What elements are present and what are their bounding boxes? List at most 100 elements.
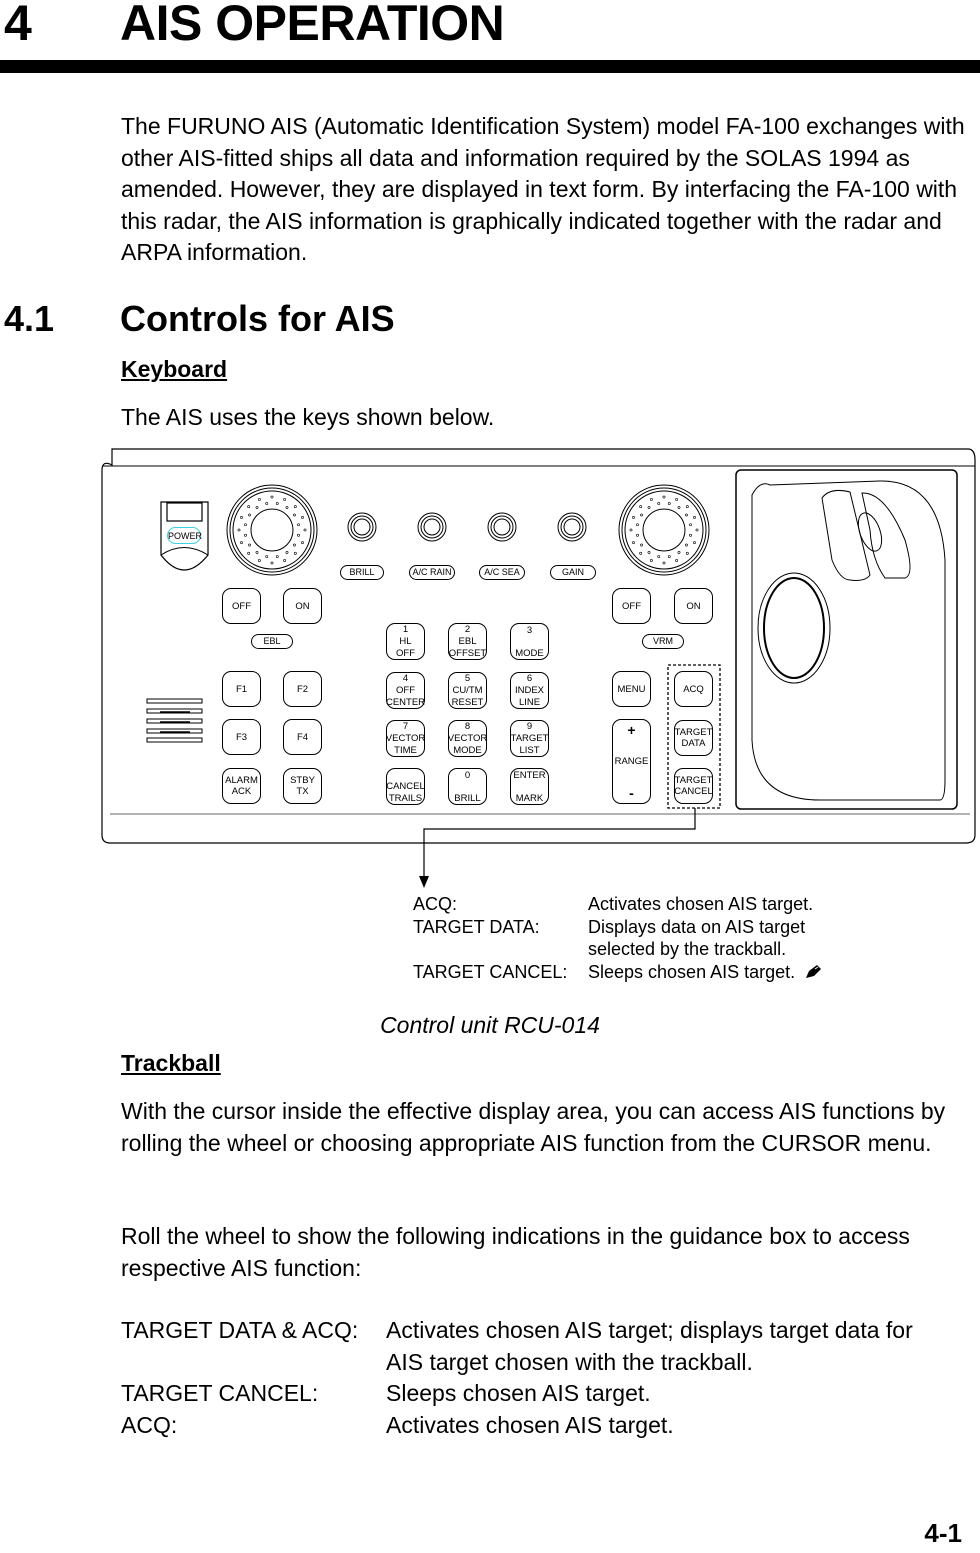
numpad-key-line: INDEX: [514, 684, 545, 696]
numpad-key-line: 5: [464, 673, 471, 685]
numpad-key[interactable]: 6 INDEX LINE: [510, 672, 549, 709]
range-key[interactable]: + RANGE -: [612, 719, 651, 804]
numpad-key-line: HL: [399, 635, 412, 647]
numpad-key-line: ENTER: [513, 769, 546, 781]
numpad-key-line: 4: [402, 673, 409, 685]
knob-dot: [689, 533, 692, 537]
knob-dot: [270, 495, 274, 499]
f4-key[interactable]: F4: [283, 719, 322, 755]
knob-dot: [255, 551, 259, 554]
knob-dot: [657, 555, 661, 558]
stby-tx-key[interactable]: STBY TX: [283, 768, 322, 804]
vrm-on-key[interactable]: ON: [674, 588, 713, 624]
numpad-key-line: RESET: [451, 696, 484, 708]
numpad-key[interactable]: 1 HL OFF: [386, 623, 425, 660]
pencil-icon: [806, 964, 822, 978]
numpad-key[interactable]: 4 OFF CENTER: [386, 672, 425, 709]
alarm-ack-key[interactable]: ALARM ACK: [222, 768, 261, 804]
numpad-key[interactable]: 3 MODE: [510, 623, 549, 660]
numpad-key[interactable]: ENTER MARK: [510, 768, 549, 805]
knob-dot: [248, 543, 251, 547]
numpad-key-line: TRAILS: [388, 792, 423, 804]
function-row: TARGET CANCEL: Sleeps chosen AIS target.: [121, 1378, 913, 1410]
knob-dot: [667, 502, 671, 505]
numpad-key-line: CENTER: [385, 696, 426, 708]
target-cancel-key[interactable]: TARGET CANCEL: [674, 768, 713, 804]
f3-key[interactable]: F3: [222, 719, 261, 755]
knob-dot: [301, 515, 304, 519]
numpad-key-line: MODE: [453, 744, 482, 756]
annotation-row: ACQ: Activates chosen AIS target.: [413, 893, 823, 916]
function-row: ACQ: Activates chosen AIS target.: [121, 1410, 913, 1442]
numpad-key-line: BRILL: [454, 792, 481, 804]
leader-line: [423, 808, 696, 885]
ebl-off-key[interactable]: OFF: [222, 588, 261, 624]
acq-key[interactable]: ACQ: [674, 671, 713, 707]
trackball-paragraph-2: Roll the wheel to show the following ind…: [121, 1223, 910, 1281]
knob-dot: [257, 559, 261, 562]
numpad-key-line: TARGET: [510, 732, 549, 744]
function-desc: Activates chosen AIS target; displays ta…: [386, 1317, 913, 1343]
ebl-on-key[interactable]: ON: [283, 588, 322, 624]
numpad-key-line: 3: [526, 624, 533, 636]
function-term: ACQ:: [121, 1411, 178, 1438]
numpad-key[interactable]: 5 CU/TM RESET: [448, 672, 487, 709]
knob-dot: [248, 513, 251, 517]
vrm-label: VRM: [642, 634, 684, 649]
knob-dot: [647, 506, 651, 509]
vrm-rotary-knob: [618, 484, 710, 576]
knob-dot: [265, 502, 269, 505]
range-minus-icon[interactable]: -: [629, 786, 634, 800]
f2-key[interactable]: F2: [283, 671, 322, 707]
range-label: RANGE: [614, 756, 649, 767]
numpad-key[interactable]: 8 VECTOR MODE: [448, 720, 487, 757]
knob-dot: [283, 559, 287, 562]
knob-dot: [657, 502, 661, 505]
target-data-key[interactable]: TARGET DATA: [674, 720, 713, 756]
knob-dot: [283, 498, 287, 501]
function-term: TARGET CANCEL:: [121, 1380, 319, 1406]
leader-arrow-icon: [419, 876, 429, 888]
numpad-key-line: 0: [464, 769, 471, 781]
menu-key[interactable]: MENU: [612, 671, 651, 707]
knob-dot: [685, 551, 689, 555]
knob-dot: [677, 506, 681, 509]
function-desc: AIS target chosen with the trackball.: [386, 1348, 753, 1375]
trackball-heading: Trackball: [121, 1050, 221, 1076]
numpad-key-line: 2: [464, 624, 471, 636]
numpad-key-line: 6: [526, 673, 533, 685]
knob-dot: [244, 523, 247, 527]
numpad-key[interactable]: 2 EBL OFFSET: [448, 623, 487, 660]
knob-dot: [685, 505, 689, 509]
trackball-icon: [763, 577, 825, 679]
numpad-key-line: 8: [464, 721, 471, 733]
trackball-area: [735, 469, 958, 810]
numpad-key-line: CANCEL: [386, 780, 425, 792]
scroll-wheel-left: [821, 490, 871, 581]
ac-rain-knob: [417, 512, 447, 542]
numpad-key[interactable]: CANCEL TRAILS: [386, 768, 425, 805]
power-button[interactable]: POWER: [167, 527, 202, 544]
target-cancel-line2: CANCEL: [674, 786, 713, 797]
f1-key[interactable]: F1: [222, 671, 261, 707]
range-plus-icon[interactable]: +: [627, 723, 635, 737]
knob-dot: [247, 505, 251, 509]
trackball-paragraph-1: With the cursor inside the effective dis…: [121, 1098, 946, 1156]
numpad-key[interactable]: 0 BRILL: [448, 768, 487, 805]
trackball-bezel: [757, 572, 831, 684]
target-data-line1: TARGET: [674, 727, 713, 738]
numpad-key-line: TIME: [394, 744, 417, 756]
numpad-key[interactable]: 9 TARGET LIST: [510, 720, 549, 757]
numpad-key[interactable]: 7 VECTOR TIME: [386, 720, 425, 757]
function-desc: Activates chosen AIS target.: [386, 1411, 674, 1438]
knob-dot: [636, 523, 639, 527]
numpad-key-line: MARK: [515, 792, 544, 804]
numpad-key-line: VECTOR: [385, 732, 426, 744]
control-unit-diagram: [101, 448, 976, 888]
annotation-row: TARGET CANCEL: Sleeps chosen AIS target.: [413, 961, 823, 984]
function-term: TARGET DATA & ACQ:: [121, 1317, 359, 1343]
brill-label: BRILL: [340, 565, 384, 580]
vrm-off-key[interactable]: OFF: [612, 588, 651, 624]
annotation-desc: Activates chosen AIS target.: [588, 894, 814, 914]
target-data-line2: DATA: [681, 738, 706, 749]
